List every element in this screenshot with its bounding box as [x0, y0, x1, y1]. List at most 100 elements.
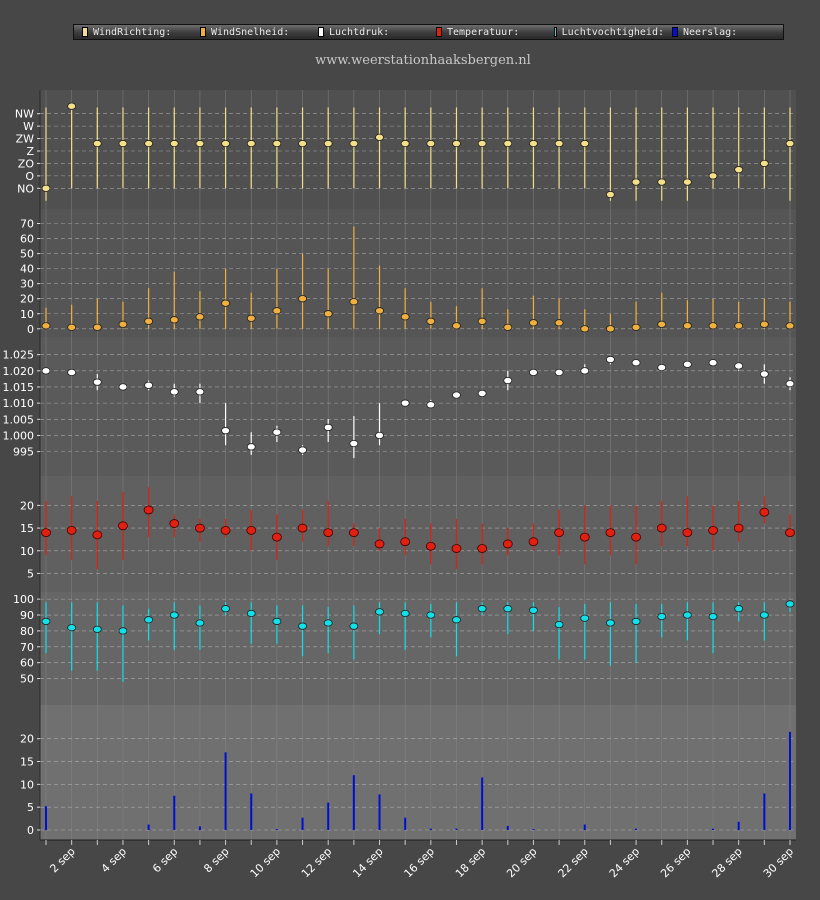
data-point — [169, 388, 179, 396]
data-point — [297, 523, 308, 533]
data-point — [400, 537, 411, 547]
data-point — [323, 619, 333, 627]
data-point — [144, 139, 154, 148]
data-point — [734, 362, 744, 370]
rain-bar — [583, 824, 586, 830]
data-point — [708, 359, 718, 367]
x-tick-label: 20 sep — [504, 845, 539, 880]
y-tick-label: 15 — [20, 756, 34, 769]
data-point — [41, 184, 51, 192]
y-tick-label: ZW — [16, 133, 35, 146]
data-point — [682, 611, 692, 619]
data-point — [759, 159, 769, 168]
data-point — [298, 622, 307, 630]
data-point — [477, 389, 487, 398]
data-point — [169, 611, 179, 619]
data-point — [221, 139, 230, 148]
data-point — [451, 544, 462, 553]
data-point — [323, 528, 334, 538]
data-point — [682, 178, 692, 186]
data-point — [41, 322, 51, 330]
data-point — [734, 322, 744, 330]
y-tick-label: 80 — [20, 625, 34, 638]
data-point — [477, 544, 488, 553]
y-tick-label: 1.005 — [3, 413, 35, 426]
data-point — [503, 323, 513, 331]
rain-bar — [45, 806, 47, 830]
rain-bar — [352, 775, 355, 830]
y-tick-label: NW — [15, 108, 34, 121]
panel-background — [40, 209, 796, 337]
data-point — [118, 627, 128, 635]
data-point — [656, 523, 667, 533]
data-point — [246, 139, 256, 148]
data-point — [605, 528, 616, 538]
y-tick-label: 10 — [20, 778, 34, 791]
data-point — [67, 624, 77, 632]
data-point — [554, 368, 564, 377]
data-point — [529, 139, 538, 148]
data-point — [144, 381, 154, 389]
weather-chart-page: WindRichting: WindSnelheid: Luchtdruk: T… — [0, 0, 820, 900]
data-point — [118, 320, 128, 328]
data-point — [118, 383, 128, 391]
data-point — [426, 401, 436, 409]
data-point — [426, 611, 436, 619]
y-tick-label: 50 — [20, 248, 34, 261]
data-point — [195, 388, 205, 396]
data-point — [195, 523, 205, 533]
data-point — [195, 139, 205, 148]
rain-bar — [378, 794, 381, 830]
data-point — [477, 605, 487, 613]
data-point — [246, 443, 256, 451]
rain-bar — [224, 752, 227, 830]
x-tick-label: 10 sep — [248, 845, 283, 880]
data-point — [606, 355, 615, 364]
rain-bar — [789, 731, 791, 830]
data-point — [529, 368, 538, 377]
data-point — [785, 322, 795, 330]
rain-bar — [481, 777, 484, 830]
data-point — [41, 367, 51, 375]
chart-plot-area: NOOZOZZWWNW0102030405060709951.0001.0051… — [3, 90, 796, 880]
data-point — [580, 367, 590, 375]
data-point — [92, 625, 102, 633]
data-point — [66, 525, 77, 535]
x-tick-label: 6 sep — [150, 845, 180, 875]
data-point — [606, 619, 615, 627]
data-point — [452, 616, 461, 624]
data-point — [144, 317, 154, 325]
data-point — [298, 446, 307, 454]
x-tick-label: 18 sep — [453, 845, 488, 880]
panel-background — [40, 592, 796, 705]
data-point — [272, 617, 282, 625]
data-point — [169, 519, 180, 528]
y-tick-label: 50 — [20, 673, 34, 686]
x-tick-label: 16 sep — [402, 845, 437, 880]
data-point — [118, 139, 128, 148]
data-point — [375, 307, 384, 315]
rain-bar — [455, 828, 458, 830]
data-point — [785, 380, 795, 388]
data-point — [298, 139, 307, 148]
data-point — [452, 139, 461, 148]
x-tick-label: 30 sep — [761, 845, 796, 880]
y-tick-label: 0 — [27, 824, 34, 837]
data-point — [708, 613, 718, 621]
y-tick-label: 100 — [13, 593, 34, 606]
data-point — [195, 619, 205, 627]
rain-bar — [712, 828, 715, 830]
x-tick-label: 22 sep — [556, 845, 591, 880]
data-point — [67, 102, 77, 110]
x-tick-label: 26 sep — [658, 845, 693, 880]
panel-background — [40, 476, 796, 592]
data-point — [348, 528, 359, 538]
rain-bar — [250, 793, 253, 830]
data-point — [759, 370, 769, 378]
y-tick-label: 995 — [13, 446, 34, 459]
rain-bar — [506, 825, 509, 830]
data-point — [528, 537, 539, 547]
data-point — [169, 316, 179, 324]
rain-bar — [635, 828, 638, 830]
data-point — [734, 166, 744, 174]
